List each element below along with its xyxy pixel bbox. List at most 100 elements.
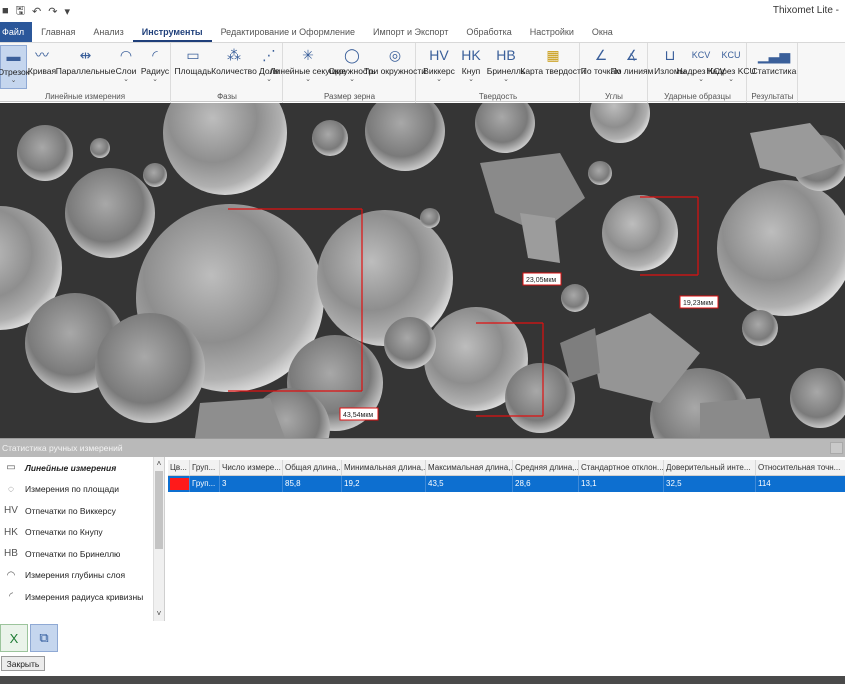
chevron-down-icon: ⌄ <box>728 76 734 83</box>
knoop-icon: HK <box>461 47 481 63</box>
tab-file[interactable]: Файл <box>0 22 33 42</box>
ribbon: ▬ Отрезок ⌄ 〰 Кривая ⇹ Параллельные ◠ Сл… <box>0 42 845 103</box>
table-cell: 114 <box>756 476 845 492</box>
table-cell: 28,6 <box>513 476 579 492</box>
measurement-1-label: 43,54мкм <box>343 412 373 419</box>
angle-points-icon: ∠ <box>594 46 608 63</box>
segment-button[interactable]: ▬ Отрезок ⌄ <box>0 45 30 89</box>
column-header[interactable]: Максимальная длина,... <box>426 460 513 476</box>
knoop-button[interactable]: HK Кнуп ⌄ <box>457 45 485 89</box>
chevron-down-icon: ⌄ <box>503 76 509 83</box>
fracture-icon: ⊔ <box>664 46 676 63</box>
layers-button[interactable]: ◠ Слои ⌄ <box>114 45 138 89</box>
category-knoop[interactable]: HK Отпечатки по Кнупу <box>0 522 164 544</box>
group-caption: Размер зерна <box>323 92 376 101</box>
three-circles-button[interactable]: ◎ Три окружности <box>364 45 426 89</box>
stats-panel-header: Статистика ручных измерений <box>0 438 845 457</box>
tab-settings[interactable]: Настройки <box>521 22 583 42</box>
chevron-down-icon: ⌄ <box>698 76 704 83</box>
group-grain-size: ✳ Линейные секущие ⌄ ◯ Окружность ⌄ ◎ Тр… <box>270 43 426 103</box>
pin-icon[interactable] <box>830 442 843 454</box>
measurement-3-label: 19,23мкм <box>683 300 713 307</box>
tab-tools[interactable]: Инструменты <box>132 22 212 42</box>
excel-icon: X <box>9 630 19 646</box>
group-caption: Ударные образцы <box>664 92 731 101</box>
category-area[interactable]: ◌ Измерения по площади <box>0 479 164 501</box>
column-header[interactable]: Цв... <box>168 460 190 476</box>
statistics-icon: ▁▃▅ <box>757 46 791 63</box>
category-radius[interactable]: ◜ Измерения радиуса кривизны <box>0 586 164 608</box>
app-menu-icon[interactable]: ■ <box>2 5 9 17</box>
column-header[interactable]: Доверительный инте... <box>664 460 756 476</box>
group-caption: Линейные измерения <box>44 92 126 101</box>
ribbon-tabs: Файл Главная Анализ Инструменты Редактир… <box>0 22 845 42</box>
group-caption: Фазы <box>217 92 237 101</box>
tab-processing[interactable]: Обработка <box>457 22 520 42</box>
chevron-down-icon: ⌄ <box>10 77 17 84</box>
column-header[interactable]: Стандартное отклон... <box>579 460 664 476</box>
angle-lines-icon: ∡ <box>625 46 639 63</box>
tab-editing[interactable]: Редактирование и Оформление <box>212 22 364 42</box>
quick-access-toolbar: ■ 🖫 ↶ ↷ ▾ <box>0 2 70 21</box>
category-vickers[interactable]: HV Отпечатки по Виккерсу <box>0 500 164 522</box>
chevron-down-icon[interactable]: ˅ <box>154 609 164 618</box>
brinell-button[interactable]: HB Бринелль ⌄ <box>487 45 526 89</box>
column-header[interactable]: Относительная точн... <box>756 460 845 476</box>
count-button[interactable]: ⁂ Количество <box>211 45 257 89</box>
tab-import-export[interactable]: Импорт и Экспорт <box>364 22 457 42</box>
category-scrollbar[interactable]: ˄ ˅ <box>153 457 164 621</box>
category-layer-depth[interactable]: ◠ Измерения глубины слоя <box>0 565 164 587</box>
column-header[interactable]: Груп... <box>190 460 220 476</box>
table-cell: 3 <box>220 476 283 492</box>
column-header[interactable]: Минимальная длина,... <box>342 460 426 476</box>
scrollbar-thumb[interactable] <box>155 471 163 549</box>
column-header[interactable]: Число измере... <box>220 460 283 476</box>
hardness-map-button[interactable]: ▦ Карта твердости <box>520 45 585 89</box>
curve-button[interactable]: 〰 Кривая <box>28 45 56 89</box>
tab-home[interactable]: Главная <box>32 22 84 42</box>
export-excel-button[interactable]: X <box>0 624 28 652</box>
micrograph-canvas[interactable]: 43,54мкм 23,05мкм 19,23мкм <box>0 103 845 438</box>
brinell-icon: HB <box>4 548 18 560</box>
layer-depth-icon: ◠ <box>6 569 16 581</box>
area-button[interactable]: ▭ Площадь <box>175 45 212 89</box>
parallel-button[interactable]: ⇹ Параллельные <box>56 45 116 89</box>
category-brinell[interactable]: HB Отпечатки по Бринеллю <box>0 543 164 565</box>
statistics-button[interactable]: ▁▃▅ Статистика <box>751 45 797 89</box>
angle-by-lines-button[interactable]: ∡ По линиям <box>611 45 654 89</box>
column-header[interactable]: Общая длина,... <box>283 460 342 476</box>
customize-toolbar-icon[interactable]: ▾ <box>64 5 70 18</box>
tab-analysis[interactable]: Анализ <box>84 22 132 42</box>
kcu-icon: KCU <box>721 50 741 60</box>
layers-icon: ◠ <box>119 46 133 63</box>
vickers-button[interactable]: HV Виккерс ⌄ <box>423 45 455 89</box>
notch-kcu-button[interactable]: KCU Надрез KCU ⌄ <box>706 45 755 89</box>
curve-icon: 〰 <box>35 47 49 63</box>
tab-windows[interactable]: Окна <box>583 22 622 42</box>
ruler-icon: ▭ <box>6 462 16 474</box>
fraction-icon: ⋰ <box>262 46 276 63</box>
save-icon[interactable]: 🖫 <box>16 2 25 21</box>
column-header[interactable]: Средняя длина,... <box>513 460 579 476</box>
table-cell: 19,2 <box>342 476 426 492</box>
knoop-icon: HK <box>4 526 18 538</box>
radius-button[interactable]: ◜ Радиус ⌄ <box>140 45 170 89</box>
radius-icon: ◜ <box>152 46 158 63</box>
group-caption: Твердость <box>478 92 518 101</box>
title-bar: ■ 🖫 ↶ ↷ ▾ Thixomet Lite - <box>0 0 845 22</box>
close-button[interactable]: Закрыть <box>1 656 45 671</box>
parallel-icon: ⇹ <box>79 46 92 63</box>
panel-actions: X ⧉ <box>0 622 165 656</box>
copy-report-button[interactable]: ⧉ <box>30 624 58 652</box>
micrograph-view[interactable]: 43,54мкм 23,05мкм 19,23мкм <box>0 103 845 438</box>
linear-secant-button[interactable]: ✳ Линейные секущие ⌄ <box>270 45 346 89</box>
redo-icon[interactable]: ↷ <box>48 5 57 18</box>
chevron-down-icon: ⌄ <box>305 76 311 83</box>
category-linear[interactable]: ▭ Линейные измерения <box>0 457 164 479</box>
undo-icon[interactable]: ↶ <box>32 5 41 18</box>
table-row[interactable]: Груп... 3 85,8 19,2 43,5 28,6 13,1 32,5 … <box>168 476 845 492</box>
area-icon: ◌ <box>8 483 14 495</box>
chevron-up-icon[interactable]: ˄ <box>154 459 164 468</box>
chevron-down-icon: ⌄ <box>468 76 474 83</box>
color-cell[interactable] <box>168 476 190 492</box>
